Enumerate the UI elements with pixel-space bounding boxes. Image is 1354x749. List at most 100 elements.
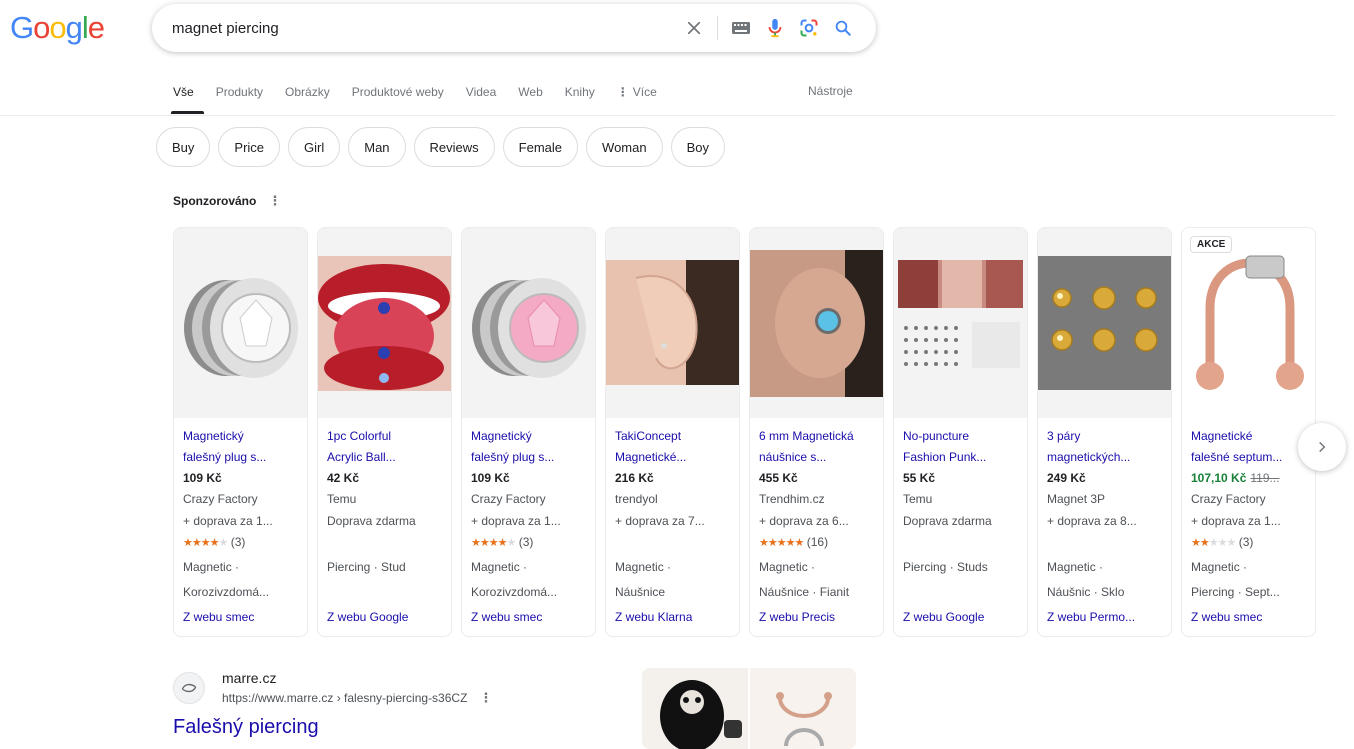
product-tag-line: Magnetic · xyxy=(759,560,816,574)
site-favicon-icon[interactable] xyxy=(173,672,205,704)
product-image[interactable] xyxy=(174,228,307,418)
product-card[interactable]: 3 páry magnetických... 249 Kč Magnet 3P + do… xyxy=(1037,227,1172,637)
product-image[interactable] xyxy=(894,228,1027,418)
star-icon: ★ xyxy=(200,537,211,549)
product-price: 109 Kč xyxy=(183,468,298,489)
product-source-link[interactable]: Z webu Permo... xyxy=(1047,605,1162,629)
product-card[interactable]: Magnetický falešný plug s... 109 Kč Crazy F… xyxy=(461,227,596,637)
tab-label: Videa xyxy=(465,85,497,99)
product-title-line: TakiConcept xyxy=(615,429,682,443)
product-source-link[interactable]: Z webu Precis xyxy=(759,605,874,629)
product-card[interactable]: 6 mm Magnetická náušnice s... 455 Kč Trendh… xyxy=(749,227,884,637)
result-thumbnails[interactable] xyxy=(642,668,856,749)
refine-chip[interactable]: Girl xyxy=(288,127,341,167)
star-icon: ★ xyxy=(497,537,508,549)
tab-item[interactable]: Produkty xyxy=(216,84,263,108)
search-icon[interactable] xyxy=(826,11,860,45)
product-source-link[interactable]: Z webu Google xyxy=(903,605,1018,629)
product-source-link[interactable]: Z webu smec xyxy=(471,605,586,629)
product-image[interactable] xyxy=(606,228,739,418)
keyboard-icon[interactable] xyxy=(724,11,758,45)
star-icon: ★ xyxy=(471,537,481,549)
star-icon: ★ xyxy=(183,537,193,549)
product-source-link[interactable]: Z webu smec xyxy=(183,605,298,629)
result-title-link[interactable]: Falešný piercing xyxy=(173,716,319,739)
star-icon: ★ xyxy=(1199,537,1210,549)
refine-chip[interactable]: Reviews xyxy=(413,127,495,167)
tab-item[interactable]: Knihy xyxy=(565,84,595,108)
product-source-link[interactable]: Z webu Klarna xyxy=(615,605,730,629)
product-image[interactable] xyxy=(1038,228,1171,418)
product-tag-line: Magnetic · xyxy=(615,560,672,574)
product-card[interactable]: AKCE Magnetické falešné septum... 107,10 Kč… xyxy=(1181,227,1316,637)
product-price: 455 Kč xyxy=(759,468,874,489)
refine-chip[interactable]: Buy xyxy=(156,127,211,167)
result-site-name[interactable]: marre.cz xyxy=(222,670,276,686)
result-menu-icon[interactable]: ⋮ xyxy=(479,690,492,706)
search-separator xyxy=(717,16,718,40)
product-title-line: falešný plug s... xyxy=(471,450,555,464)
star-icon: ★ xyxy=(1191,537,1201,549)
product-source-link[interactable]: Z webu Google xyxy=(327,605,442,629)
product-card[interactable]: No-puncture Fashion Punk... 55 Kč Temu Dopra… xyxy=(893,227,1028,637)
product-title[interactable]: Magnetický falešný plug s... xyxy=(183,426,298,468)
tab-item[interactable]: Vše xyxy=(171,84,204,114)
product-seller: Temu xyxy=(903,492,933,506)
refine-chip[interactable]: Man xyxy=(348,127,406,167)
product-title[interactable]: 6 mm Magnetická náušnice s... xyxy=(759,426,874,468)
result-url[interactable]: https://www.marre.cz › falesny-piercing-… xyxy=(222,690,492,706)
product-image[interactable] xyxy=(1182,228,1315,418)
product-tag-line: Korozivzdomá... xyxy=(471,585,558,599)
product-image[interactable] xyxy=(318,228,451,418)
logo-letter: G xyxy=(10,10,34,45)
review-count: (3) xyxy=(230,535,246,549)
refine-chip[interactable]: Woman xyxy=(586,127,663,167)
product-title[interactable]: 3 páry magnetických... xyxy=(1047,426,1162,468)
tab-label: Produkty xyxy=(215,85,264,99)
product-title[interactable]: Magnetické falešné septum... xyxy=(1191,426,1306,468)
star-icon: ★ xyxy=(479,537,490,549)
product-shipping: Doprava zdarma xyxy=(903,514,992,528)
tools-button[interactable]: Nástroje xyxy=(808,84,853,98)
product-title[interactable]: TakiConcept Magnetické... xyxy=(615,426,730,468)
microphone-icon[interactable] xyxy=(758,11,792,45)
refine-chip[interactable]: Boy xyxy=(670,127,725,167)
search-box[interactable] xyxy=(152,4,876,52)
tab-label: Produktové weby xyxy=(351,85,444,99)
product-tags: Magnetic · Náušnic · Sklo xyxy=(1047,555,1162,605)
carousel-next-button[interactable] xyxy=(1298,423,1346,471)
product-tags: Magnetic · Korozivzdomá... xyxy=(183,555,298,605)
tab-more[interactable]: ⋮ Více xyxy=(617,84,657,108)
google-logo[interactable]: Google xyxy=(10,10,105,46)
tab-item[interactable]: Videa xyxy=(466,84,496,108)
product-shipping: + doprava za 6... xyxy=(759,514,849,528)
product-title-line: náušnice s... xyxy=(759,450,827,464)
tab-item[interactable]: Web xyxy=(518,84,542,108)
product-title-line: 1pc Colorful xyxy=(327,429,392,443)
product-shipping: + doprava za 1... xyxy=(183,514,273,528)
product-title[interactable]: 1pc Colorful Acrylic Ball... xyxy=(327,426,442,468)
product-title-line: falešné septum... xyxy=(1191,450,1283,464)
tab-item[interactable]: Produktové weby xyxy=(352,84,444,108)
refine-chip[interactable]: Price xyxy=(218,127,281,167)
product-tag-line: Magnetic · xyxy=(183,560,240,574)
product-card[interactable]: Magnetický falešný plug s... 109 Kč Crazy F… xyxy=(173,227,308,637)
star-icon: ★ xyxy=(191,537,202,549)
product-title[interactable]: No-puncture Fashion Punk... xyxy=(903,426,1018,468)
product-tag-line: Náušnice xyxy=(615,585,666,599)
sale-badge: AKCE xyxy=(1190,236,1233,253)
logo-letter: g xyxy=(65,10,83,45)
refine-chip[interactable]: Female xyxy=(502,127,579,167)
product-card[interactable]: 1pc Colorful Acrylic Ball... 42 Kč Temu Dopr… xyxy=(317,227,452,637)
tab-item[interactable]: Obrázky xyxy=(285,84,330,108)
product-seller: Crazy Factory xyxy=(1191,492,1266,506)
sponsored-menu-icon[interactable]: ⋮ xyxy=(268,193,281,209)
product-image[interactable] xyxy=(750,228,883,418)
product-title[interactable]: Magnetický falešný plug s... xyxy=(471,426,586,468)
search-input[interactable] xyxy=(152,4,677,52)
product-source-link[interactable]: Z webu smec xyxy=(1191,605,1306,629)
clear-icon[interactable] xyxy=(677,11,711,45)
product-image[interactable] xyxy=(462,228,595,418)
lens-camera-icon[interactable] xyxy=(792,11,826,45)
product-card[interactable]: TakiConcept Magnetické... 216 Kč trendyol + … xyxy=(605,227,740,637)
